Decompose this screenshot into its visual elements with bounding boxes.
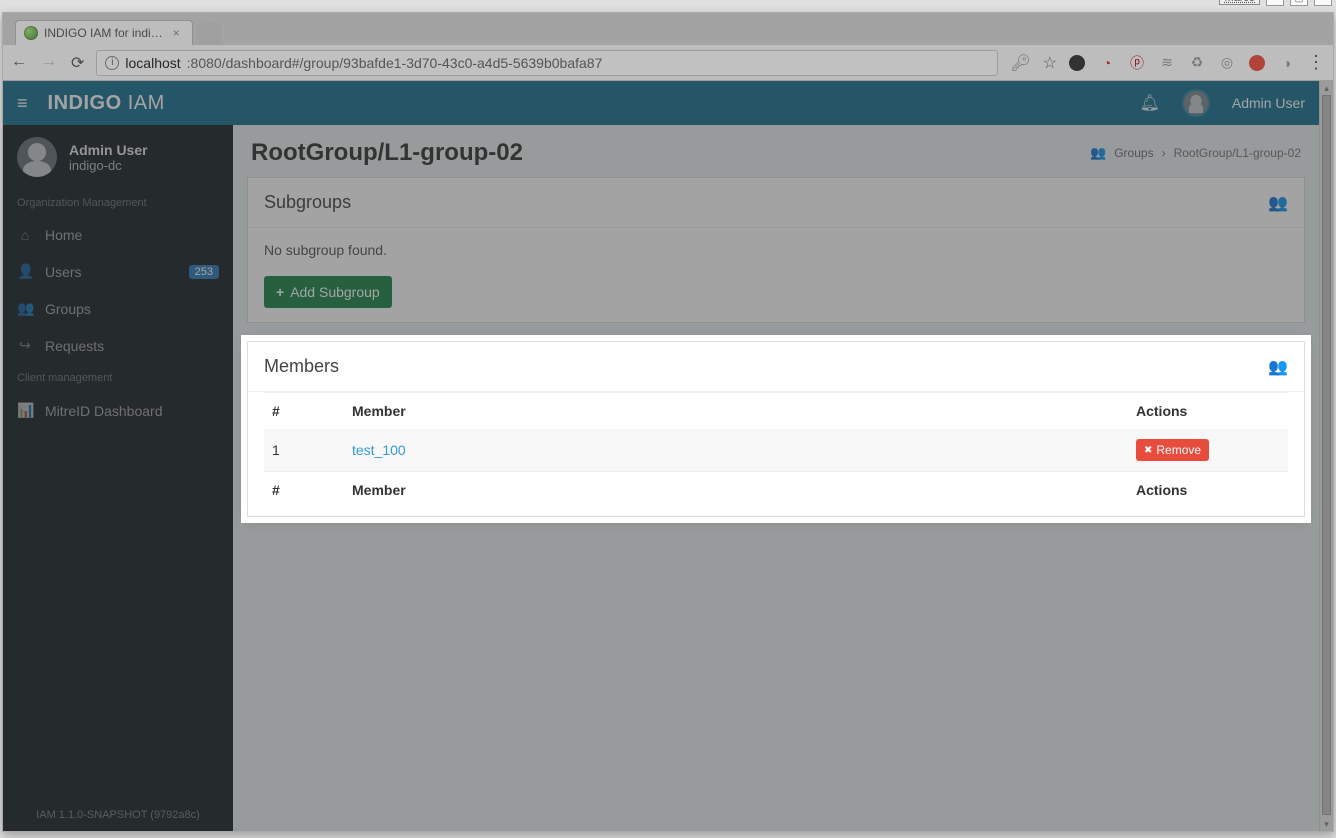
header-avatar[interactable] bbox=[1182, 89, 1210, 117]
brand[interactable]: INDIGO IAM bbox=[48, 92, 165, 115]
sidebar-item-label: Requests bbox=[45, 338, 104, 354]
sidebar-section-org: Organization Management bbox=[3, 189, 233, 217]
page-title: RootGroup/L1-group-02 bbox=[251, 139, 523, 167]
header-username[interactable]: Admin User bbox=[1232, 95, 1305, 111]
sidebar-toggle-button[interactable]: ≡ bbox=[17, 93, 28, 114]
groups-icon: 👥 bbox=[17, 300, 33, 317]
col-num-footer: # bbox=[264, 472, 344, 509]
user-icon: 👤 bbox=[17, 263, 33, 280]
member-row: 1 test_100 Remove bbox=[264, 429, 1288, 472]
members-table-footer: # Member Actions bbox=[264, 472, 1288, 509]
breadcrumb-separator: › bbox=[1162, 146, 1166, 160]
subgroups-title: Subgroups bbox=[264, 192, 351, 213]
titlebar-session-label: Marco bbox=[1219, 0, 1260, 5]
col-actions-footer: Actions bbox=[1128, 472, 1288, 509]
breadcrumb-groups-link[interactable]: Groups bbox=[1114, 146, 1153, 160]
breadcrumb: 👥 Groups › RootGroup/L1-group-02 bbox=[1090, 145, 1301, 161]
groups-panel-icon: 👥 bbox=[1268, 193, 1288, 213]
sidebar-item-label: Home bbox=[45, 227, 82, 243]
scrollbar-thumb[interactable] bbox=[1322, 95, 1331, 815]
add-subgroup-button[interactable]: Add Subgroup bbox=[264, 276, 392, 308]
sidebar-username: Admin User bbox=[69, 142, 148, 158]
dim-overlay-chrome bbox=[3, 13, 1333, 81]
sidebar-item-users[interactable]: 👤 Users 253 bbox=[3, 253, 233, 290]
scroll-down-icon[interactable]: ▾ bbox=[1320, 817, 1333, 831]
groups-breadcrumb-icon: 👥 bbox=[1090, 145, 1106, 161]
sidebar-item-label: Groups bbox=[45, 301, 91, 317]
users-count-badge: 253 bbox=[189, 265, 219, 279]
sidebar-section-client: Client management bbox=[3, 364, 233, 392]
add-subgroup-label: Add Subgroup bbox=[290, 284, 380, 300]
requests-icon: ↪ bbox=[17, 337, 33, 354]
col-member-header: Member bbox=[344, 393, 1128, 430]
remove-member-button[interactable]: Remove bbox=[1136, 439, 1209, 461]
sidebar-item-label: MitreID Dashboard bbox=[45, 403, 163, 419]
notifications-icon[interactable]: 🔔︎ bbox=[1140, 93, 1160, 113]
subgroups-empty-text: No subgroup found. bbox=[264, 242, 1288, 258]
window-close-button[interactable]: ✕ bbox=[1314, 0, 1332, 6]
sidebar-item-groups[interactable]: 👥 Groups bbox=[3, 290, 233, 327]
sidebar-item-label: Users bbox=[45, 264, 82, 280]
sidebar-item-mitreid[interactable]: 📊 MitreID Dashboard bbox=[3, 392, 233, 429]
scroll-up-icon[interactable]: ▴ bbox=[1320, 81, 1333, 95]
sidebar-item-requests[interactable]: ↪ Requests bbox=[3, 327, 233, 364]
breadcrumb-current: RootGroup/L1-group-02 bbox=[1174, 146, 1301, 160]
app-header: ≡ INDIGO IAM 🔔︎ Admin User bbox=[3, 81, 1319, 125]
dashboard-icon: 📊 bbox=[17, 402, 33, 419]
members-title: Members bbox=[264, 356, 339, 377]
members-panel: Members 👥 # Member Actions bbox=[247, 341, 1305, 517]
sidebar-item-home[interactable]: ⌂ Home bbox=[3, 217, 233, 253]
home-icon: ⌂ bbox=[17, 227, 33, 243]
remove-label: Remove bbox=[1156, 443, 1201, 457]
sidebar-avatar bbox=[17, 137, 57, 177]
col-num-header: # bbox=[264, 393, 344, 430]
scrollbar[interactable]: ▴ ▾ bbox=[1319, 81, 1333, 831]
members-panel-icon: 👥 bbox=[1268, 357, 1288, 377]
member-row-num: 1 bbox=[264, 429, 344, 472]
version-label: IAM 1.1.0-SNAPSHOT (9792a8c) bbox=[3, 799, 233, 831]
sidebar: Admin User indigo-dc Organization Manage… bbox=[3, 81, 233, 831]
sidebar-org: indigo-dc bbox=[69, 158, 148, 173]
window-maximize-button[interactable]: ▢ bbox=[1290, 0, 1308, 6]
member-link[interactable]: test_100 bbox=[352, 442, 406, 458]
subgroups-panel: Subgroups 👥 No subgroup found. Add Subgr… bbox=[247, 177, 1305, 323]
members-table-header: # Member Actions bbox=[264, 393, 1288, 430]
col-member-footer: Member bbox=[344, 472, 1128, 509]
window-minimize-button[interactable]: — bbox=[1266, 0, 1284, 6]
col-actions-header: Actions bbox=[1128, 393, 1288, 430]
main-content: RootGroup/L1-group-02 👥 Groups › RootGro… bbox=[233, 81, 1319, 831]
